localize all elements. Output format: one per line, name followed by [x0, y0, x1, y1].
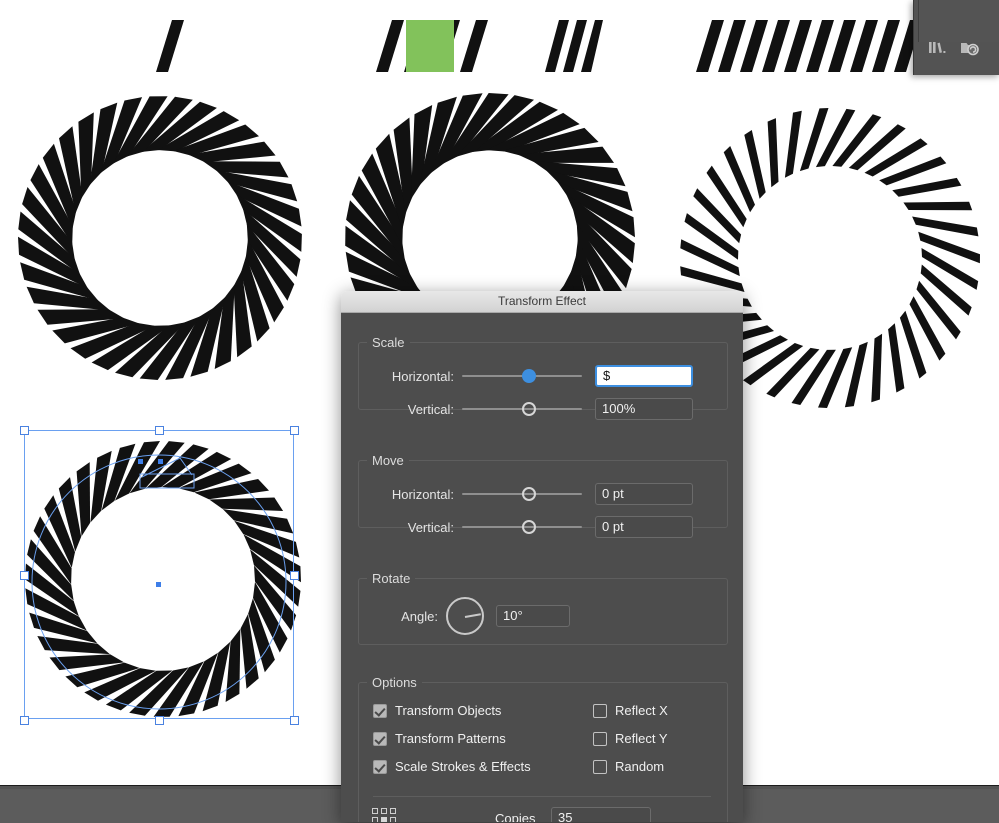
checkbox-label: Reflect X	[615, 703, 668, 718]
checkbox-label: Reflect Y	[615, 731, 668, 746]
move-vertical-row: Vertical: 0 pt	[358, 516, 693, 538]
copies-input[interactable]: 35	[551, 807, 651, 822]
creative-cloud-icon[interactable]	[960, 40, 980, 61]
move-horizontal-slider[interactable]	[462, 486, 582, 502]
move-vertical-input[interactable]: 0 pt	[595, 516, 693, 538]
checkbox-box[interactable]	[373, 704, 387, 718]
slider-knob[interactable]	[522, 520, 536, 534]
scale-legend: Scale	[367, 335, 410, 350]
checkbox-label: Scale Strokes & Effects	[395, 759, 531, 774]
slider-knob[interactable]	[522, 369, 536, 383]
ref-point-tl[interactable]	[372, 808, 378, 814]
scale-horizontal-row: Horizontal: $	[358, 365, 693, 387]
checkbox-scale-strokes-effects[interactable]: Scale Strokes & Effects	[373, 759, 531, 774]
checkbox-reflect-y[interactable]: Reflect Y	[593, 731, 668, 746]
dialog-title: Transform Effect	[498, 294, 586, 308]
slider-knob[interactable]	[522, 402, 536, 416]
options-legend: Options	[367, 675, 422, 690]
scale-horizontal-slider[interactable]	[462, 368, 582, 384]
checkbox-label: Transform Patterns	[395, 731, 506, 746]
checkbox-label: Transform Objects	[395, 703, 501, 718]
dialog-title-bar[interactable]: Transform Effect	[341, 291, 743, 313]
checkbox-box[interactable]	[593, 704, 607, 718]
rotate-angle-input[interactable]: 10°	[496, 605, 570, 627]
rotate-angle-label: Angle:	[358, 609, 446, 624]
dialog-body: Scale Horizontal: $ Vertical: 100% Move …	[341, 313, 743, 822]
move-horizontal-input[interactable]: 0 pt	[595, 483, 693, 505]
ref-point-center[interactable]	[381, 817, 387, 822]
selection-path-preview	[24, 430, 294, 719]
angle-dial[interactable]	[446, 597, 484, 635]
scale-vertical-label: Vertical:	[358, 402, 462, 417]
slider-knob[interactable]	[522, 487, 536, 501]
checkbox-reflect-x[interactable]: Reflect X	[593, 703, 668, 718]
scale-vertical-row: Vertical: 100%	[358, 398, 693, 420]
ref-point-ml[interactable]	[372, 817, 378, 822]
scale-horizontal-input[interactable]: $	[595, 365, 693, 387]
options-group: Options	[358, 675, 728, 822]
scale-horizontal-label: Horizontal:	[358, 369, 462, 384]
ref-point-mr[interactable]	[390, 817, 396, 822]
checkbox-random[interactable]: Random	[593, 759, 664, 774]
checkbox-transform-objects[interactable]: Transform Objects	[373, 703, 501, 718]
move-vertical-slider[interactable]	[462, 519, 582, 535]
angle-dial-needle	[465, 613, 481, 618]
stripe-swatch-1	[150, 18, 190, 74]
path-anchor-1[interactable]	[138, 459, 143, 464]
reference-point-grid[interactable]	[372, 808, 398, 822]
selection-bounding-box[interactable]	[24, 430, 294, 719]
move-legend: Move	[367, 453, 409, 468]
checkbox-box[interactable]	[373, 732, 387, 746]
options-divider	[373, 796, 711, 797]
green-highlight-swatch	[406, 20, 454, 72]
transform-effect-dialog[interactable]: Transform Effect Scale Horizontal: $ Ver…	[341, 291, 743, 822]
checkbox-label: Random	[615, 759, 664, 774]
panel-dock[interactable]	[913, 0, 999, 75]
stripe-swatch-2	[372, 18, 490, 74]
checkbox-box[interactable]	[593, 760, 607, 774]
checkbox-box[interactable]	[593, 732, 607, 746]
move-horizontal-row: Horizontal: 0 pt	[358, 483, 693, 505]
ref-point-tc[interactable]	[381, 808, 387, 814]
libraries-icon[interactable]	[928, 40, 946, 61]
rotate-legend: Rotate	[367, 571, 415, 586]
scale-vertical-input[interactable]: 100%	[595, 398, 693, 420]
ref-point-tr[interactable]	[390, 808, 396, 814]
copies-label: Copies	[495, 811, 535, 822]
move-vertical-label: Vertical:	[358, 520, 462, 535]
rotate-angle-row: Angle: 10°	[358, 598, 570, 634]
scale-vertical-slider[interactable]	[462, 401, 582, 417]
stripe-swatch-3	[543, 18, 603, 74]
checkbox-transform-patterns[interactable]: Transform Patterns	[373, 731, 506, 746]
path-anchor-2[interactable]	[158, 459, 163, 464]
move-horizontal-label: Horizontal:	[358, 487, 462, 502]
checkbox-box[interactable]	[373, 760, 387, 774]
ring-artwork-1[interactable]	[10, 88, 310, 388]
